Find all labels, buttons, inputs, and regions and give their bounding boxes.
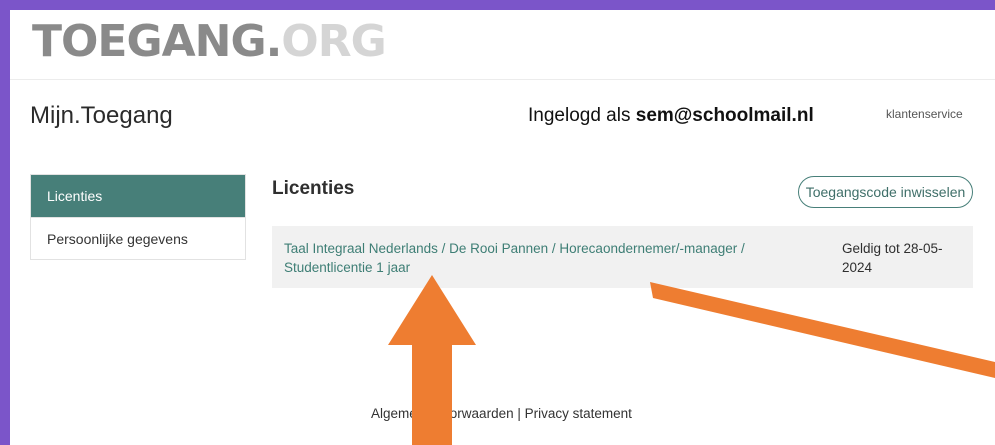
logo-part-2: ORG	[281, 16, 386, 67]
page: TOEGANG.ORG Mijn.Toegang Ingelogd als se…	[10, 10, 995, 445]
privacy-link[interactable]: Privacy statement	[525, 406, 632, 421]
logged-in-status: Ingelogd als sem@schoolmail.nl	[528, 105, 814, 127]
license-name-link[interactable]: Taal Integraal Nederlands / De Rooi Pann…	[284, 239, 804, 277]
logo-part-1: TOEGANG.	[32, 16, 282, 67]
sidebar-item-label: Persoonlijke gegevens	[47, 230, 188, 247]
redeem-access-code-button[interactable]: Toegangscode inwisselen	[798, 176, 973, 208]
license-name-line-1: Taal Integraal Nederlands / De Rooi Pann…	[284, 241, 745, 256]
license-name-line-2: Studentlicentie 1 jaar	[284, 260, 411, 275]
sidebar-item-label: Licenties	[47, 187, 103, 204]
terms-link[interactable]: Algemene voorwaarden	[371, 406, 514, 421]
license-validity-line-2: 2024	[842, 260, 873, 275]
license-row: Taal Integraal Nederlands / De Rooi Pann…	[272, 226, 973, 288]
logo-bar: TOEGANG.ORG	[10, 10, 995, 80]
section-title: Licenties	[272, 178, 355, 199]
site-logo[interactable]: TOEGANG.ORG	[32, 16, 387, 68]
license-validity: Geldig tot 28-05- 2024	[842, 239, 962, 277]
customer-service-link[interactable]: klantenservice	[886, 107, 963, 121]
footer-separator: |	[517, 406, 521, 421]
app-title: Mijn.Toegang	[30, 102, 173, 129]
user-email: sem@schoolmail.nl	[635, 105, 814, 126]
logged-in-prefix: Ingelogd als	[528, 105, 631, 126]
sidebar-nav: Licenties Persoonlijke gegevens	[30, 174, 246, 260]
sidebar-item-licenses[interactable]: Licenties	[31, 175, 245, 217]
footer-links: Algemene voorwaarden | Privacy statement	[371, 406, 632, 421]
license-validity-line-1: Geldig tot 28-05-	[842, 241, 943, 256]
sidebar-item-personal-details[interactable]: Persoonlijke gegevens	[31, 217, 245, 259]
